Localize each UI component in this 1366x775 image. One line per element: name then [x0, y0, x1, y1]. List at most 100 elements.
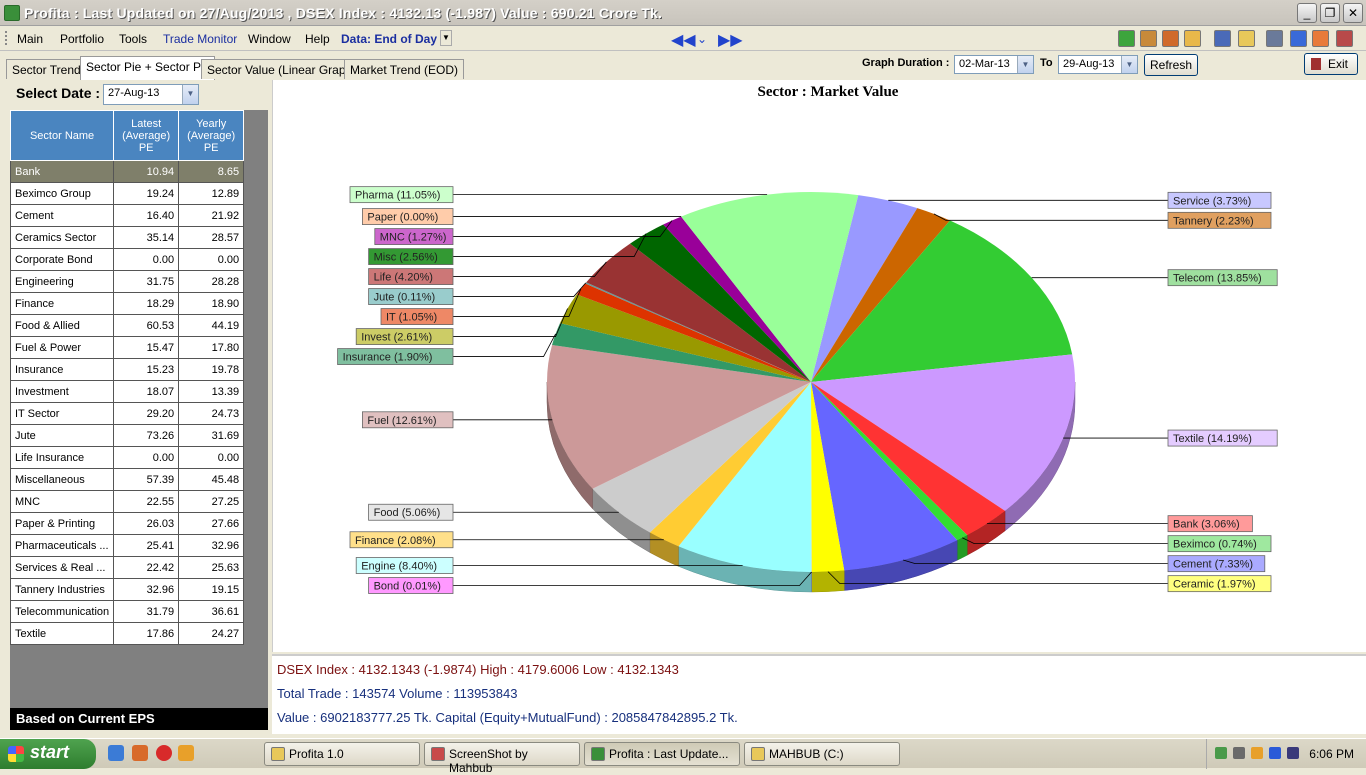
network-icon[interactable]: [1215, 747, 1227, 759]
calculator-icon[interactable]: [1290, 30, 1307, 47]
open-folder-icon[interactable]: [1238, 30, 1255, 47]
download-icon[interactable]: [1118, 30, 1135, 47]
slice-label-it: IT (1.05%): [386, 312, 437, 324]
cell-sector-name: Telecommunication: [11, 601, 114, 623]
tab-sector-value[interactable]: Sector Value (Linear Graph): [201, 59, 362, 79]
vlc-icon[interactable]: [178, 745, 194, 761]
data-mode-dropdown-icon[interactable]: ▼: [440, 30, 452, 46]
folder-icon[interactable]: [1184, 30, 1201, 47]
table-row[interactable]: Textile17.8624.27: [11, 623, 244, 645]
table-row[interactable]: Food & Allied60.5344.19: [11, 315, 244, 337]
table-row[interactable]: Corporate Bond0.000.00: [11, 249, 244, 271]
table-row[interactable]: Life Insurance0.000.00: [11, 447, 244, 469]
start-button[interactable]: start: [0, 739, 96, 769]
device-icon[interactable]: [1233, 747, 1245, 759]
bluetooth-icon[interactable]: [1269, 747, 1281, 759]
slice-label-telecom: Telecom (13.85%): [1173, 273, 1262, 285]
cell-latest-pe: 0.00: [114, 447, 179, 469]
table-icon[interactable]: [1312, 30, 1329, 47]
cell-latest-pe: 31.79: [114, 601, 179, 623]
chevron-down-icon[interactable]: ▼: [1121, 56, 1137, 73]
notebook-icon[interactable]: [1336, 30, 1353, 47]
cell-yearly-pe: 18.90: [179, 293, 244, 315]
data-mode-label[interactable]: Data: End of Day: [341, 32, 437, 46]
chevron-down-icon[interactable]: ⌄: [697, 32, 707, 46]
table-row[interactable]: Fuel & Power15.4717.80: [11, 337, 244, 359]
edit-icon[interactable]: [1214, 30, 1231, 47]
refresh-button[interactable]: Refresh: [1144, 54, 1198, 76]
table-row[interactable]: Ceramics Sector35.1428.57: [11, 227, 244, 249]
chevron-down-icon[interactable]: ▼: [182, 85, 198, 104]
slice-label-pharma: Pharma (11.05%): [355, 190, 440, 202]
opera-icon[interactable]: [156, 745, 172, 761]
cell-latest-pe: 25.41: [114, 535, 179, 557]
table-row[interactable]: Cement16.4021.92: [11, 205, 244, 227]
rewind-icon[interactable]: ◀◀: [671, 30, 696, 50]
header-sector-name[interactable]: Sector Name: [11, 111, 114, 161]
ie-icon[interactable]: [108, 745, 124, 761]
tab-sector-trend[interactable]: Sector Trend: [6, 59, 87, 79]
table-row[interactable]: Tannery Industries32.9619.15: [11, 579, 244, 601]
date-select[interactable]: 27-Aug-13 ▼: [103, 84, 199, 105]
table-row[interactable]: MNC22.5527.25: [11, 491, 244, 513]
task-profita-window[interactable]: Profita : Last Update...: [584, 742, 740, 766]
table-row[interactable]: Jute73.2631.69: [11, 425, 244, 447]
clock[interactable]: 6:06 PM: [1309, 747, 1354, 761]
slice-label-insurance: Insurance (1.90%): [343, 352, 433, 364]
from-date-combo[interactable]: 02-Mar-13 ▼: [954, 55, 1034, 74]
exit-icon: [1311, 58, 1321, 70]
cell-latest-pe: 10.94: [114, 161, 179, 183]
cell-sector-name: MNC: [11, 491, 114, 513]
menu-tools[interactable]: Tools: [119, 32, 147, 46]
system-tray: 6:06 PM: [1206, 739, 1366, 769]
safely-remove-icon[interactable]: [1287, 747, 1299, 759]
chevron-down-icon[interactable]: ▼: [1017, 56, 1033, 73]
window-title: Profita : Last Updated on 27/Aug/2013 , …: [24, 5, 662, 21]
header-yearly-pe[interactable]: Yearly (Average) PE: [179, 111, 244, 161]
chart-icon[interactable]: [1162, 30, 1179, 47]
menu-portfolio[interactable]: Portfolio: [60, 32, 104, 46]
tab-sector-pie-pe[interactable]: Sector Pie + Sector PE: [80, 56, 215, 80]
taskbar: start Profita 1.0 ScreenShot by Mahbub P…: [0, 738, 1366, 768]
table-row[interactable]: Engineering31.7528.28: [11, 271, 244, 293]
task-screenshot[interactable]: ScreenShot by Mahbub: [424, 742, 580, 766]
table-row[interactable]: Services & Real ...22.4225.63: [11, 557, 244, 579]
cell-yearly-pe: 28.57: [179, 227, 244, 249]
close-button[interactable]: ✕: [1343, 3, 1363, 23]
table-row[interactable]: Miscellaneous57.3945.48: [11, 469, 244, 491]
to-label: To: [1040, 57, 1053, 69]
table-row[interactable]: IT Sector29.2024.73: [11, 403, 244, 425]
menu-help[interactable]: Help: [305, 32, 330, 46]
exit-button[interactable]: Exit: [1304, 53, 1358, 75]
book-icon[interactable]: [1140, 30, 1157, 47]
restore-button[interactable]: ❐: [1320, 3, 1340, 23]
minimize-button[interactable]: _: [1297, 3, 1317, 23]
cell-yearly-pe: 28.28: [179, 271, 244, 293]
table-row[interactable]: Pharmaceuticals ...25.4132.96: [11, 535, 244, 557]
task-profita[interactable]: Profita 1.0: [264, 742, 420, 766]
table-row[interactable]: Beximco Group19.2412.89: [11, 183, 244, 205]
date-select-value: 27-Aug-13: [108, 87, 159, 99]
slice-label-invest: Invest (2.61%): [361, 332, 432, 344]
table-row[interactable]: Insurance15.2319.78: [11, 359, 244, 381]
tab-market-trend[interactable]: Market Trend (EOD): [344, 59, 464, 79]
menu-trade-monitor[interactable]: Trade Monitor: [163, 32, 237, 46]
print-icon[interactable]: [1266, 30, 1283, 47]
header-latest-pe[interactable]: Latest (Average) PE: [114, 111, 179, 161]
to-date-combo[interactable]: 29-Aug-13 ▼: [1058, 55, 1138, 74]
table-row[interactable]: Telecommunication31.7936.61: [11, 601, 244, 623]
cell-latest-pe: 0.00: [114, 249, 179, 271]
menu-main[interactable]: Main: [17, 32, 43, 46]
table-row[interactable]: Finance18.2918.90: [11, 293, 244, 315]
table-row[interactable]: Paper & Printing26.0327.66: [11, 513, 244, 535]
fast-forward-icon[interactable]: ▶▶: [718, 30, 743, 50]
audio-icon[interactable]: [1251, 747, 1263, 759]
sector-pe-grid: Sector Name Latest (Average) PE Yearly (…: [10, 110, 268, 708]
cell-sector-name: Beximco Group: [11, 183, 114, 205]
media-icon[interactable]: [132, 745, 148, 761]
label-leader-line: [453, 334, 556, 357]
menu-window[interactable]: Window: [248, 32, 291, 46]
task-drive-c[interactable]: MAHBUB (C:): [744, 742, 900, 766]
table-row[interactable]: Bank10.948.65: [11, 161, 244, 183]
table-row[interactable]: Investment18.0713.39: [11, 381, 244, 403]
